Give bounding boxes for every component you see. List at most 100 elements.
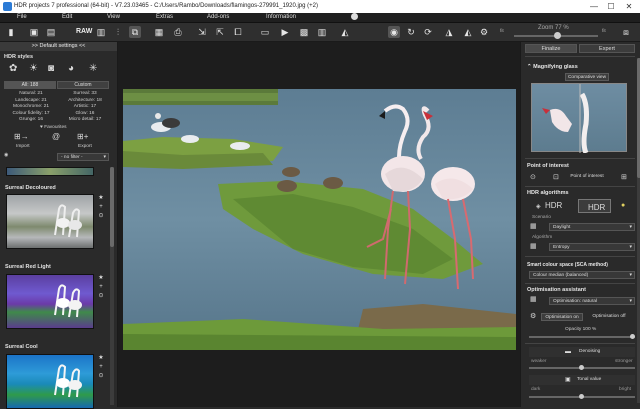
tab-finalize[interactable]: Finalize: [525, 44, 577, 53]
settings-gear-icon[interactable]: ⚙: [530, 312, 536, 320]
print-icon[interactable]: ⎙: [172, 26, 184, 38]
style-filter-dropdown[interactable]: - no filter -: [57, 153, 109, 161]
denoising-slider[interactable]: [529, 365, 635, 370]
opacity-slider[interactable]: [529, 334, 635, 339]
raw-button[interactable]: RAW: [76, 28, 92, 35]
menu-file[interactable]: File: [17, 14, 27, 20]
settings-icon[interactable]: ⚙: [478, 26, 490, 38]
share-icon[interactable]: ⇱: [214, 26, 226, 38]
import-icon[interactable]: ⊞→: [14, 132, 29, 141]
info-icon[interactable]: ⊙: [97, 292, 105, 301]
toolbar: ▮ ▣ ▤ RAW ▥ ⫶ ⧉ ▦ ⎙ ⇲ ⇱ ⧠ ▭ ▶ ▩ ▥ ◭ ◉ ↻ …: [0, 23, 640, 42]
play-icon[interactable]: ▶: [279, 26, 291, 38]
algorithm-dropdown[interactable]: Entropy: [549, 243, 635, 251]
menu-extras[interactable]: Extras: [156, 14, 173, 20]
scenario-icon: ▦: [530, 223, 537, 230]
export-icon-left[interactable]: ⊞+: [77, 132, 88, 141]
film-icon[interactable]: ▩: [298, 26, 310, 38]
tonal-value-slider[interactable]: [529, 394, 635, 399]
adjust-icon[interactable]: ⫶: [112, 26, 124, 38]
export-icon[interactable]: ⇲: [196, 26, 208, 38]
comparative-view-button[interactable]: Comparative view: [565, 73, 609, 81]
count-grunge[interactable]: Grunge: 16: [4, 117, 58, 124]
tab-custom[interactable]: Custom: [57, 81, 109, 89]
compare-icon[interactable]: ▥: [316, 26, 328, 38]
left-scrollbar-thumb[interactable]: [110, 167, 114, 247]
denoising-slider-knob[interactable]: [579, 365, 584, 370]
flip-icon[interactable]: ◭: [462, 26, 474, 38]
plus-icon[interactable]: +: [97, 363, 105, 372]
info-icon[interactable]: ⊙: [97, 372, 105, 381]
optimisation-icon: ▦: [530, 296, 537, 303]
right-panel: Finalize Expert ⌃ Magnifying glass Compa…: [520, 42, 640, 407]
magnifier-preview[interactable]: [531, 83, 627, 155]
opacity-slider-knob[interactable]: [630, 334, 635, 339]
preset-thumbnail-surreal-decoloured[interactable]: [6, 194, 94, 249]
histogram-icon[interactable]: ◭: [339, 26, 351, 38]
slideshow-icon[interactable]: ▭: [259, 26, 271, 38]
tab-expert[interactable]: Expert: [579, 44, 635, 53]
info-icon[interactable]: ⊙: [97, 212, 105, 221]
export-button[interactable]: Export: [78, 144, 92, 149]
new-project-icon[interactable]: ▮: [5, 26, 17, 38]
favourites-label[interactable]: ♥ Favourites: [40, 125, 67, 130]
tonal-value-slider-knob[interactable]: [579, 394, 584, 399]
star-burst-icon[interactable]: ✳: [89, 63, 97, 74]
at-icon[interactable]: @: [52, 132, 60, 141]
open-series-icon[interactable]: ▤: [45, 26, 57, 38]
poi-add-icon[interactable]: ⊞: [621, 173, 627, 181]
scenario-dropdown[interactable]: Daylight: [549, 223, 635, 231]
bulb-icon[interactable]: ●: [621, 202, 625, 209]
zoom-slider-knob[interactable]: [554, 32, 561, 39]
flower-icon[interactable]: ✿: [9, 63, 17, 74]
rotate-icon[interactable]: ⟳: [422, 26, 434, 38]
star-icon[interactable]: ★: [97, 194, 105, 203]
menu-addons[interactable]: Add-ons: [207, 14, 229, 20]
minimize-button[interactable]: —: [586, 2, 602, 11]
camera-icon[interactable]: ◙: [48, 63, 54, 74]
filter-dot-icon[interactable]: ◉: [4, 153, 8, 158]
menu-edit[interactable]: Edit: [62, 14, 72, 20]
optimisation-dropdown[interactable]: Optimisation: natural: [549, 297, 635, 305]
optimisation-off-button[interactable]: Optimisation off: [587, 313, 631, 321]
sun-icon[interactable]: ☀: [29, 63, 38, 74]
star-icon[interactable]: ★: [97, 354, 105, 363]
left-scrollbar[interactable]: [110, 167, 114, 405]
menu-view[interactable]: View: [107, 14, 120, 20]
main-photo[interactable]: [123, 89, 516, 350]
star-icon[interactable]: ★: [97, 274, 105, 283]
hdr-button[interactable]: HDR: [545, 201, 562, 210]
plus-icon[interactable]: +: [97, 283, 105, 292]
hdr-icon[interactable]: ◈: [536, 203, 541, 210]
tonal-value-button[interactable]: ▣ Tonal value: [529, 375, 635, 385]
eye-icon[interactable]: ◉: [388, 26, 400, 38]
batch-icon[interactable]: ⧉: [129, 26, 141, 38]
panel-toggle-knob[interactable]: [351, 13, 358, 20]
smart-colour-dropdown[interactable]: Colour median (balanced): [529, 271, 635, 279]
menu-information[interactable]: Information: [266, 14, 296, 20]
palette-icon[interactable]: ◕: [68, 63, 74, 74]
point-of-interest-button[interactable]: Point of interest: [565, 173, 609, 181]
open-image-icon[interactable]: ▣: [28, 26, 40, 38]
ultra-hdr-button[interactable]: HDR: [578, 199, 611, 213]
redo-icon[interactable]: ↻: [405, 26, 417, 38]
maximize-button[interactable]: ☐: [603, 2, 619, 11]
tab-all[interactable]: All: 188: [4, 81, 56, 89]
preset-thumbnail-surreal-red-light[interactable]: [6, 274, 94, 329]
poi-icon[interactable]: ⊡: [553, 173, 559, 181]
recent-icon[interactable]: ▥: [95, 26, 107, 38]
preset-thumbnail-partial[interactable]: [6, 167, 94, 176]
default-settings-button[interactable]: >> Default settings <<: [0, 42, 117, 51]
close-button[interactable]: ✕: [621, 2, 637, 11]
save-icon[interactable]: ▦: [153, 26, 165, 38]
optimisation-on-button[interactable]: Optimisation on: [541, 313, 583, 321]
mirror-icon[interactable]: ◮: [443, 26, 455, 38]
preset-thumbnail-surreal-cool[interactable]: [6, 354, 94, 409]
plus-icon[interactable]: +: [97, 203, 105, 212]
target-icon[interactable]: ⊙: [530, 173, 536, 181]
copy-icon[interactable]: ⧠: [232, 26, 244, 38]
denoising-button[interactable]: ▬ Denoising: [529, 347, 635, 357]
crop-icon[interactable]: ⧈: [620, 26, 632, 38]
count-micro-detail[interactable]: Micro detail: 17: [58, 117, 112, 124]
import-button[interactable]: Import: [16, 144, 30, 149]
